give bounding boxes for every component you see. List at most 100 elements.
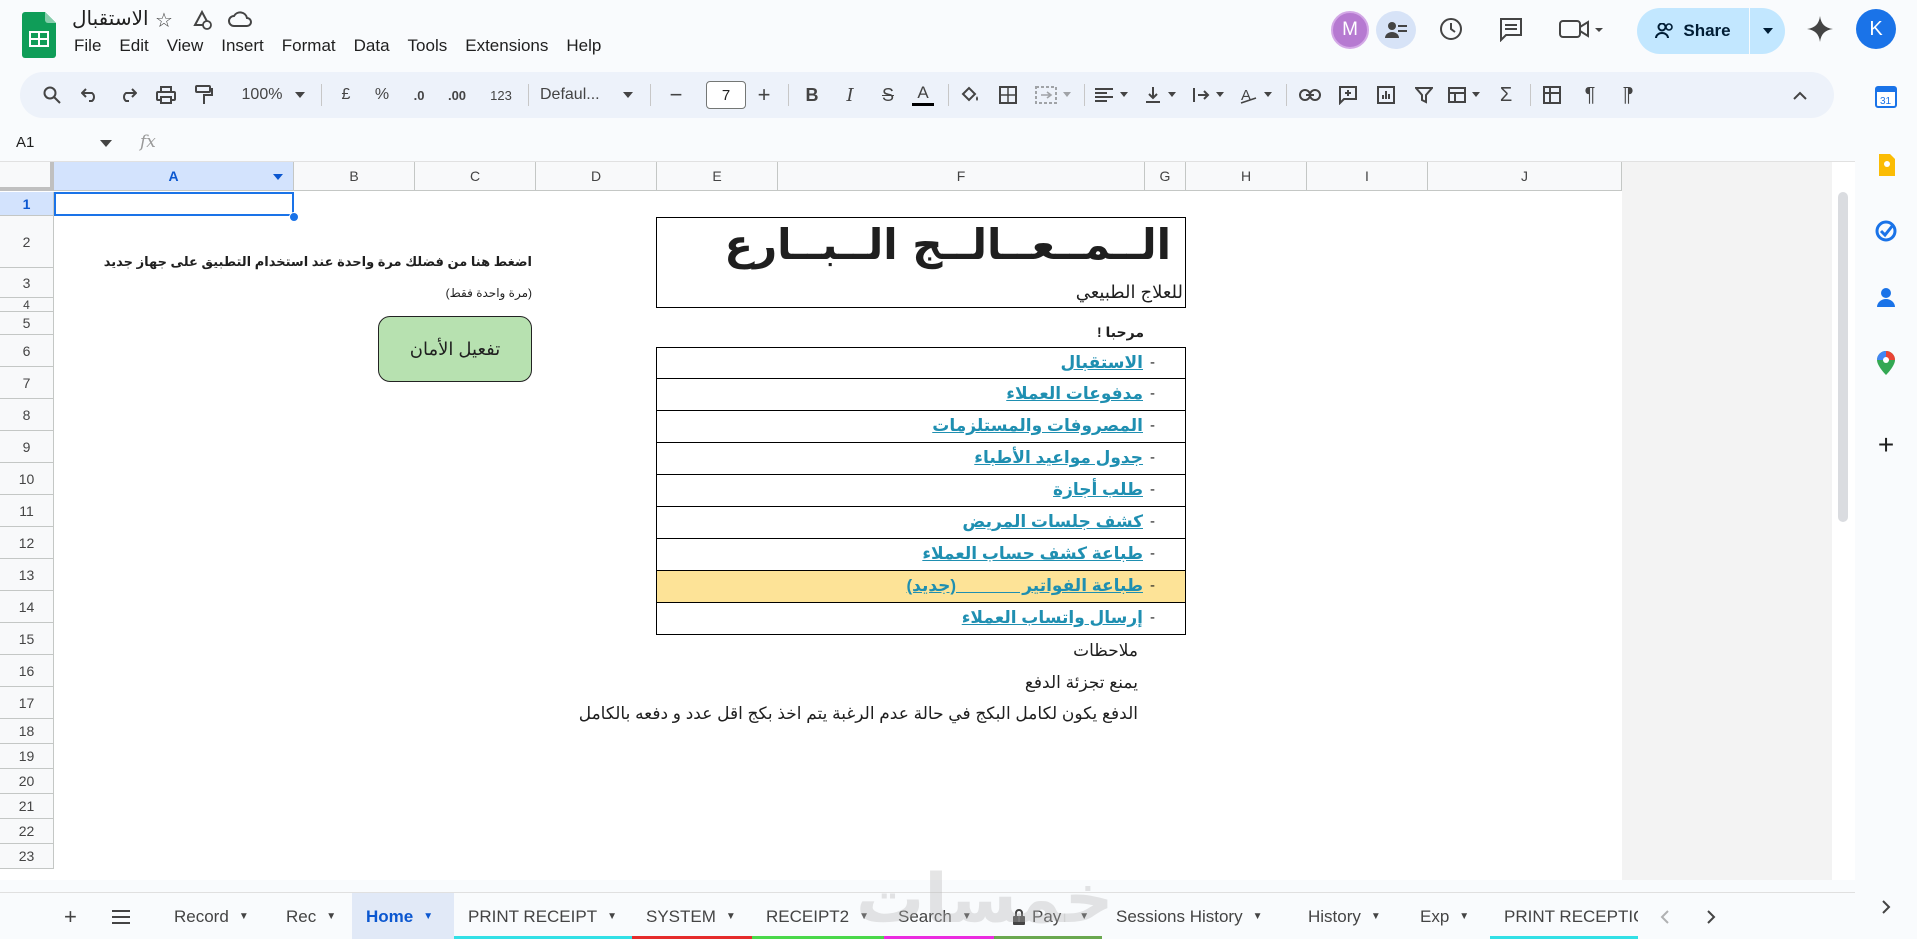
menu-edit[interactable]: Edit [119, 36, 148, 56]
row-header-9[interactable]: 9 [0, 431, 54, 463]
currency-button[interactable]: £ [334, 80, 358, 110]
text-wrapping-icon[interactable] [1190, 80, 1230, 110]
vertical-scroll-thumb[interactable] [1838, 192, 1848, 522]
col-header-b[interactable]: B [294, 162, 415, 191]
functions-icon[interactable]: Σ [1492, 80, 1520, 110]
row-header-20[interactable]: 20 [0, 769, 54, 794]
row-header-21[interactable]: 21 [0, 794, 54, 819]
insert-chart-icon[interactable] [1372, 80, 1400, 110]
collaborator-avatar[interactable]: M [1331, 11, 1369, 49]
redo-icon[interactable] [114, 80, 142, 110]
col-header-g[interactable]: G [1145, 162, 1186, 191]
menu-help[interactable]: Help [566, 36, 601, 56]
sheet-tab-print-receptic[interactable]: PRINT RECEPTIC [1490, 893, 1638, 939]
fill-handle[interactable] [289, 212, 299, 222]
font-size-input[interactable]: 7 [706, 81, 746, 109]
vertical-scrollbar[interactable] [1834, 190, 1852, 880]
borders-icon[interactable] [994, 80, 1022, 110]
col-header-h[interactable]: H [1186, 162, 1307, 191]
row-header-5[interactable]: 5 [0, 312, 54, 335]
decrease-font-size-icon[interactable]: − [662, 80, 690, 110]
col-header-a[interactable]: A [54, 162, 294, 191]
menu-extensions[interactable]: Extensions [465, 36, 548, 56]
menu-file[interactable]: File [74, 36, 101, 56]
maps-icon[interactable] [1873, 350, 1899, 376]
link-leave-request[interactable]: طلب أجازة [1053, 480, 1143, 500]
row-header-23[interactable]: 23 [0, 844, 54, 869]
cloud-saved-icon[interactable] [228, 8, 252, 32]
scroll-tabs-right-icon[interactable] [1698, 893, 1728, 939]
italic-icon[interactable]: I [836, 80, 864, 110]
horizontal-align-icon[interactable] [1092, 80, 1132, 110]
meet-icon[interactable] [1556, 14, 1606, 44]
row-header-15[interactable]: 15 [0, 623, 54, 655]
create-filter-icon[interactable] [1410, 80, 1438, 110]
sheet-tab-print-receipt[interactable]: PRINT RECEIPT ▼ [454, 893, 632, 939]
font-caret-icon[interactable] [620, 80, 636, 110]
bold-icon[interactable]: B [798, 80, 826, 110]
sheet-tab-exp[interactable]: Exp ▼ [1406, 893, 1490, 939]
row-header-1[interactable]: 1 [0, 192, 54, 216]
row-header-16[interactable]: 16 [0, 655, 54, 687]
selected-cell-a1[interactable] [54, 192, 294, 216]
font-select[interactable]: Defaul... [540, 80, 622, 110]
name-box[interactable]: A1 [16, 134, 34, 151]
link-doctor-schedule[interactable]: جدول مواعيد الأطباء [974, 448, 1143, 468]
contacts-icon[interactable] [1873, 284, 1899, 310]
row-header-8[interactable]: 8 [0, 399, 54, 431]
zoom-caret-icon[interactable] [292, 80, 308, 110]
menu-insert[interactable]: Insert [221, 36, 264, 56]
col-header-f[interactable]: F [778, 162, 1145, 191]
strikethrough-icon[interactable]: S [874, 80, 902, 110]
row-header-22[interactable]: 22 [0, 819, 54, 844]
row-header-12[interactable]: 12 [0, 527, 54, 559]
undo-icon[interactable] [76, 80, 104, 110]
link-patient-sessions[interactable]: كشف جلسات المريض [962, 512, 1143, 532]
filter-views-icon[interactable] [1446, 80, 1486, 110]
row-header-14[interactable]: 14 [0, 591, 54, 623]
zoom-select[interactable]: 100% [232, 80, 292, 110]
link-print-invoices[interactable]: طباعة الفواتير (جديد) [906, 576, 1143, 596]
menu-view[interactable]: View [167, 36, 204, 56]
sheet-tab-receipt2[interactable]: RECEIPT2 ▼ [752, 893, 884, 939]
chat-people-icon[interactable] [1376, 11, 1416, 49]
decrease-decimal-button[interactable]: .0 [404, 80, 434, 110]
hide-side-panel-icon[interactable] [1873, 894, 1899, 920]
name-box-caret-icon[interactable] [100, 140, 112, 148]
insert-link-icon[interactable] [1296, 80, 1324, 110]
print-icon[interactable] [152, 80, 180, 110]
merge-cells-icon[interactable] [1032, 80, 1078, 110]
sheet-tab-sessions-history[interactable]: Sessions History ▼ [1102, 893, 1288, 939]
sheet-tab-history[interactable]: History ▼ [1294, 893, 1396, 939]
keep-icon[interactable] [1873, 152, 1899, 178]
link-expenses[interactable]: المصروفات والمستلزمات [932, 416, 1143, 436]
spreadsheet-grid[interactable]: A B C D E F G H I J 1 2 3 4 5 6 7 8 9 10… [0, 162, 1855, 880]
link-print-statement[interactable]: طباعة كشف حساب العملاء [922, 544, 1143, 564]
col-header-d[interactable]: D [536, 162, 657, 191]
increase-decimal-button[interactable]: .00 [440, 80, 474, 110]
row-header-18[interactable]: 18 [0, 719, 54, 744]
sheet-tab-search[interactable]: Search ▼ [884, 893, 994, 939]
column-menu-caret-icon[interactable] [273, 174, 283, 180]
link-reception[interactable]: الاستقبال [1061, 353, 1143, 373]
row-header-10[interactable]: 10 [0, 463, 54, 495]
row-header-4[interactable]: 4 [0, 298, 54, 312]
col-header-e[interactable]: E [657, 162, 778, 191]
text-rotation-icon[interactable]: A [1238, 80, 1278, 110]
row-header-2[interactable]: 2 [0, 216, 54, 268]
activate-security-button[interactable]: تفعيل الأمان [378, 316, 532, 382]
move-icon[interactable] [190, 8, 214, 32]
tasks-icon[interactable] [1873, 218, 1899, 244]
row-header-7[interactable]: 7 [0, 367, 54, 399]
col-header-j[interactable]: J [1428, 162, 1622, 191]
add-sheet-icon[interactable]: + [58, 893, 88, 939]
row-header-17[interactable]: 17 [0, 687, 54, 719]
row-header-19[interactable]: 19 [0, 744, 54, 769]
increase-font-size-icon[interactable]: + [750, 80, 778, 110]
col-header-c[interactable]: C [415, 162, 536, 191]
row-header-3[interactable]: 3 [0, 268, 54, 298]
more-formats-button[interactable]: 123 [484, 80, 518, 110]
row-header-11[interactable]: 11 [0, 495, 54, 527]
sheet-tab-record[interactable]: Record ▼ [160, 893, 272, 939]
share-button[interactable]: Share [1637, 8, 1749, 54]
